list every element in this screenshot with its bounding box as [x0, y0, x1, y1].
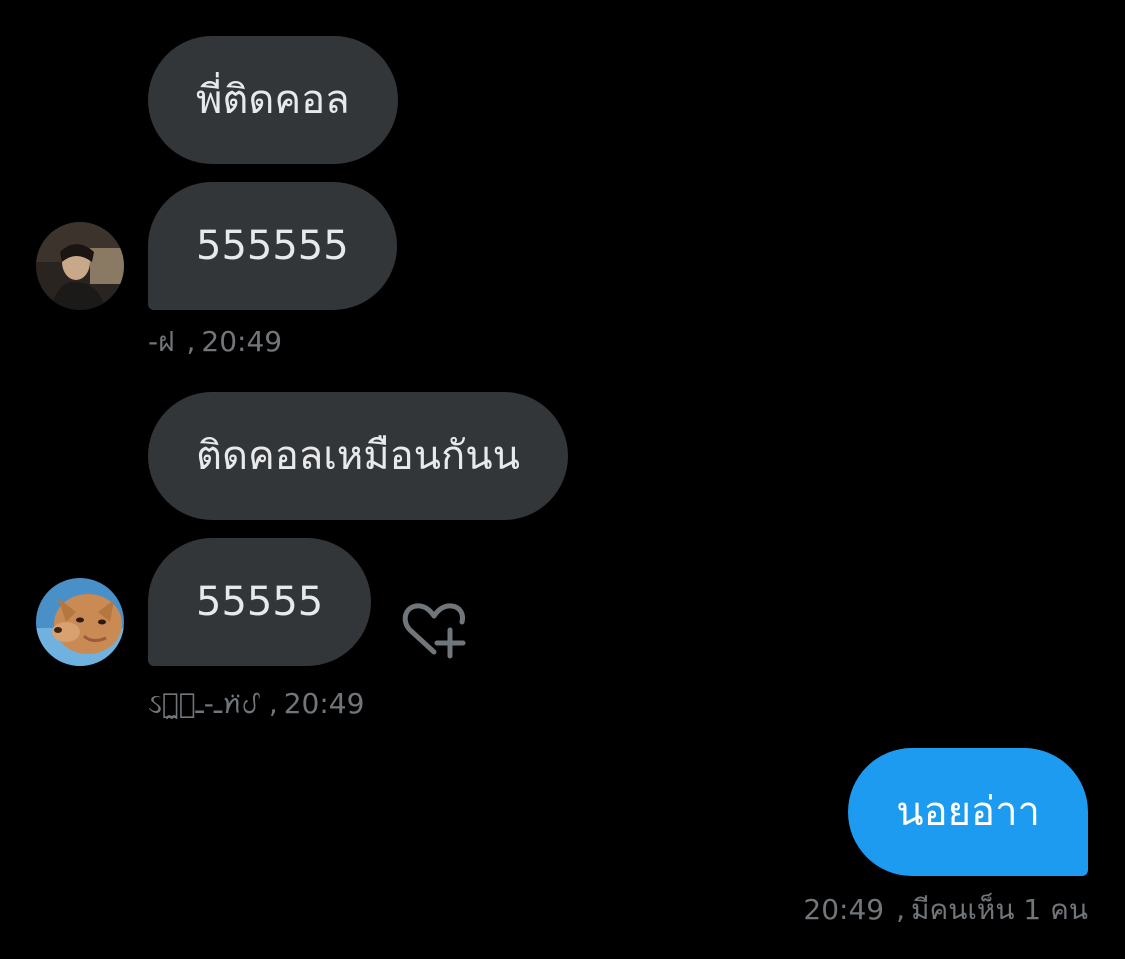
message-meta: -ฝ, 20:49	[148, 325, 283, 358]
message-meta: ઽꪮ̼ـ-ـ͙ꪀ̈ᦔ, 20:49	[148, 687, 365, 720]
message-bubble[interactable]: พี่ติดคอล	[148, 36, 398, 164]
sender-avatar[interactable]	[36, 578, 124, 666]
outgoing-message-bubble[interactable]: นอยอ่าา	[848, 748, 1088, 876]
user-photo-avatar	[36, 222, 124, 310]
outgoing-message-meta: 20:49, มีคนเห็น 1 คน	[803, 893, 1088, 926]
message-time: 20:49	[803, 893, 885, 926]
sender-name[interactable]: -ฝ	[148, 325, 175, 358]
message-bubble[interactable]: 555555	[148, 182, 397, 310]
message-bubble[interactable]: 55555	[148, 538, 372, 666]
message-bubble[interactable]: ติดคอลเหมือนกันน	[148, 392, 568, 520]
message-time: 20:49	[201, 325, 283, 358]
message-time: 20:49	[283, 687, 365, 720]
dog-photo-avatar	[36, 578, 124, 666]
add-reaction-button[interactable]	[400, 600, 470, 662]
sender-name[interactable]: ઽꪮ̼ـ-ـ͙ꪀ̈ᦔ	[148, 687, 257, 720]
seen-status: มีคนเห็น 1 คน	[911, 893, 1088, 926]
sender-avatar[interactable]	[36, 222, 124, 310]
heart-plus-icon	[402, 603, 466, 659]
